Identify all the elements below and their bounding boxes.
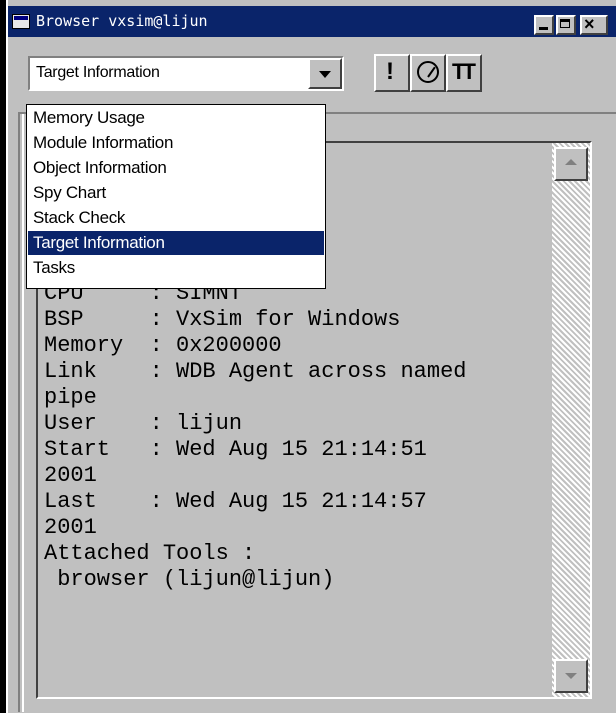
option-spy-chart[interactable]: Spy Chart bbox=[28, 181, 324, 205]
minimize-button[interactable] bbox=[534, 15, 554, 35]
option-memory-usage[interactable]: Memory Usage bbox=[28, 106, 324, 130]
arrow-down-icon bbox=[565, 673, 577, 679]
scroll-up-button[interactable] bbox=[554, 147, 588, 181]
chevron-down-icon bbox=[319, 71, 331, 78]
browser-window: Browser vxsim@lijun × Target Information… bbox=[0, 0, 616, 713]
arrow-up-icon bbox=[565, 159, 577, 165]
vertical-scrollbar[interactable] bbox=[552, 143, 590, 697]
close-icon: × bbox=[584, 14, 595, 34]
close-button[interactable]: × bbox=[580, 14, 608, 35]
immediate-update-button[interactable]: ! bbox=[374, 54, 410, 92]
clock-icon bbox=[417, 61, 439, 83]
window-left-highlight bbox=[6, 0, 8, 713]
tools-icon: TT bbox=[452, 59, 476, 84]
option-stack-check[interactable]: Stack Check bbox=[28, 206, 324, 230]
window-app-icon[interactable] bbox=[12, 14, 30, 29]
configure-button[interactable]: TT bbox=[446, 54, 482, 92]
scroll-down-button[interactable] bbox=[554, 659, 588, 693]
browser-mode-select[interactable]: Target Information bbox=[28, 56, 344, 91]
dropdown-button[interactable] bbox=[308, 58, 342, 89]
title-bar[interactable]: Browser vxsim@lijun × bbox=[8, 6, 616, 37]
window-title: Browser vxsim@lijun bbox=[36, 12, 208, 30]
periodic-update-button[interactable] bbox=[410, 54, 446, 92]
maximize-button[interactable] bbox=[556, 15, 576, 35]
option-object-information[interactable]: Object Information bbox=[28, 156, 324, 180]
option-tasks[interactable]: Tasks bbox=[28, 256, 324, 280]
exclamation-icon: ! bbox=[386, 58, 394, 85]
browser-mode-value: Target Information bbox=[36, 64, 160, 81]
browser-mode-dropdown-list[interactable]: Memory Usage Module Information Object I… bbox=[26, 104, 326, 289]
option-target-information[interactable]: Target Information bbox=[28, 231, 324, 255]
option-module-information[interactable]: Module Information bbox=[28, 131, 324, 155]
